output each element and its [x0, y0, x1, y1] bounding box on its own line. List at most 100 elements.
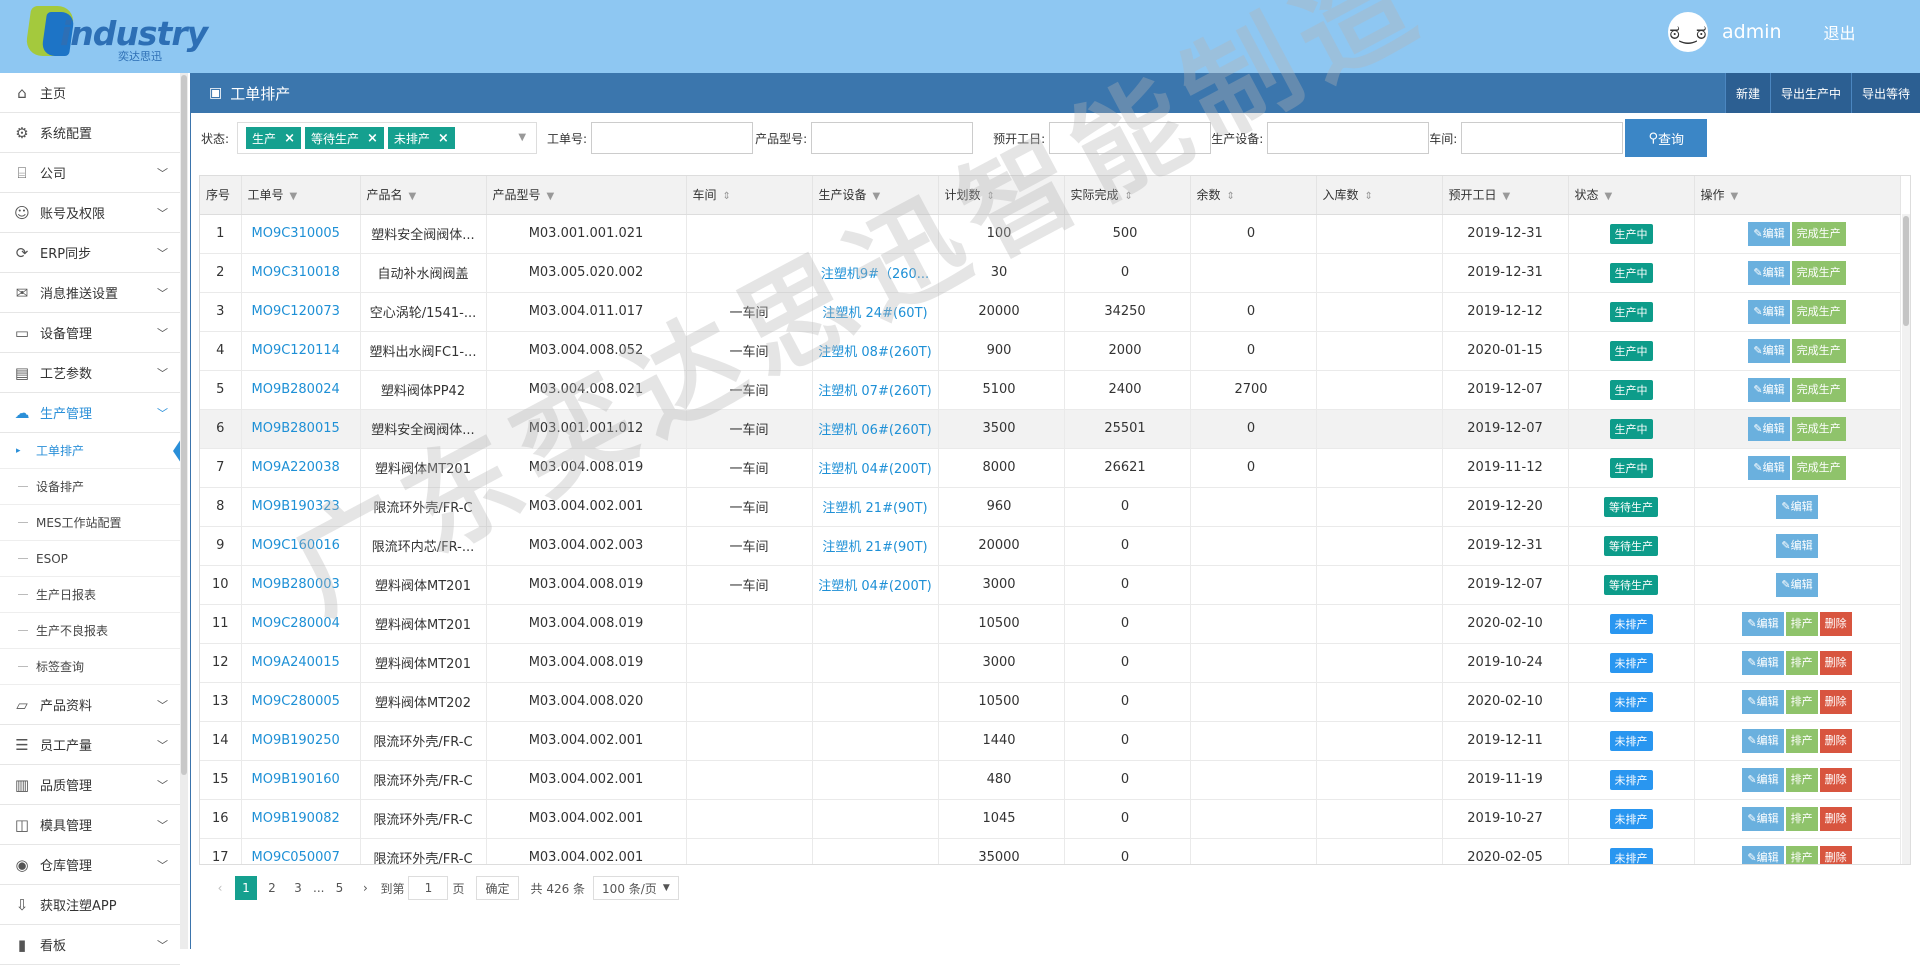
edit-button[interactable]: ✎编辑 [1776, 494, 1818, 519]
prev-page-icon[interactable]: ‹ [209, 876, 231, 900]
device-link[interactable]: 注塑机 04#(200T) [812, 565, 939, 605]
page-number-input[interactable]: 1 [408, 876, 449, 900]
sidebar-item-mold[interactable]: ◫ 模具管理 ﹀ [0, 805, 180, 845]
device-link[interactable] [812, 799, 939, 839]
workshop-input[interactable] [1461, 122, 1624, 154]
edit-button[interactable]: ✎编辑 [1776, 572, 1818, 597]
device-link[interactable] [812, 214, 939, 254]
edit-button[interactable]: ✎编辑 [1748, 338, 1790, 363]
table-row[interactable]: 10 MO9B280003 塑料阀体MT201 M03.004.008.019 一车间注… [200, 565, 1901, 605]
complete-button[interactable]: 完成生产 [1791, 455, 1846, 480]
column-header[interactable]: 状态 ▼ [1568, 176, 1695, 215]
logo[interactable]: industry 奕达思迅 [24, 2, 208, 64]
column-header[interactable]: 工单号 ▼ [241, 176, 361, 215]
filter-icon[interactable]: ▼ [1731, 191, 1739, 202]
device-link[interactable] [812, 604, 939, 644]
complete-button[interactable]: 完成生产 [1791, 221, 1846, 246]
sidebar-item-download[interactable]: ⇩ 获取注塑APP [0, 885, 180, 925]
order-number-link[interactable]: MO9B280003 [241, 565, 361, 605]
export-producing-button[interactable]: 导出生产中 [1769, 73, 1851, 113]
order-number-link[interactable]: MO9C280004 [241, 604, 361, 644]
sidebar-subitem[interactable]: 设备排产 [0, 469, 180, 505]
edit-button[interactable]: ✎编辑 [1748, 455, 1790, 480]
complete-button[interactable]: 完成生产 [1791, 416, 1846, 441]
schedule-button[interactable]: 排产 [1785, 845, 1818, 864]
column-header[interactable]: 车间 ⇕ [686, 176, 813, 215]
device-link[interactable]: 注塑机 24#(60T) [812, 292, 939, 332]
table-row[interactable]: 15 MO9B190160 限流环外壳/FR-C M03.004.002.001 480… [200, 760, 1901, 800]
device-link[interactable]: 注塑机9#（260... [812, 253, 939, 293]
column-header[interactable]: 计划数 ⇕ [938, 176, 1065, 215]
sidebar-item-gear[interactable]: ⚙ 系统配置 [0, 113, 180, 153]
table-row[interactable]: 1 MO9C310005 塑料安全阀阀体... M03.001.001.021 100 5… [200, 214, 1901, 254]
schedule-button[interactable]: 排产 [1785, 650, 1818, 675]
device-link[interactable] [812, 721, 939, 761]
order-number-link[interactable]: MO9B190082 [241, 799, 361, 839]
table-row[interactable]: 5 MO9B280024 塑料阀体PP42 M03.004.008.021 一车间 注塑机… [200, 370, 1901, 410]
device-link[interactable]: 注塑机 06#(260T) [812, 409, 939, 449]
device-link[interactable]: 注塑机 07#(260T) [812, 370, 939, 410]
edit-button[interactable]: ✎编辑 [1742, 767, 1784, 792]
device-link[interactable] [812, 682, 939, 722]
sidebar-item-book[interactable]: ▥ 品质管理 ﹀ [0, 765, 180, 805]
table-row[interactable]: 7 MO9A220038 塑料阀体MT201 M03.004.008.019 一车间 注塑… [200, 448, 1901, 488]
table-row[interactable]: 16 MO9B190082 限流环外壳/FR-C M03.004.002.001 104… [200, 799, 1901, 839]
filter-icon[interactable]: ▼ [1605, 191, 1613, 202]
schedule-button[interactable]: 排产 [1785, 728, 1818, 753]
schedule-button[interactable]: 排产 [1785, 806, 1818, 831]
column-header[interactable]: 操作 ▼ [1694, 176, 1901, 215]
table-row[interactable]: 11 MO9C280004 塑料阀体MT201 M03.004.008.019 1050… [200, 604, 1901, 644]
edit-button[interactable]: ✎编辑 [1742, 689, 1784, 714]
status-select[interactable]: 生产 × 等待生产 × 未排产 × ▼ [237, 122, 538, 154]
logout-link[interactable]: 退出 [1824, 20, 1856, 44]
schedule-button[interactable]: 排产 [1785, 689, 1818, 714]
sidebar-subitem[interactable]: MES工作站配置 [0, 505, 180, 541]
complete-button[interactable]: 完成生产 [1791, 260, 1846, 285]
avatar[interactable]: ಠ‿ಠ [1668, 12, 1708, 52]
order-number-link[interactable]: MO9C280005 [241, 682, 361, 722]
edit-button[interactable]: ✎编辑 [1748, 377, 1790, 402]
sidebar-subitem[interactable]: ▸ 工单排产 [0, 433, 181, 469]
table-row[interactable]: 9 MO9C160016 限流环内芯/FR-... M03.004.002.003 一车… [200, 526, 1901, 566]
order-number-link[interactable]: MO9C120114 [241, 331, 361, 371]
edit-button[interactable]: ✎编辑 [1748, 260, 1790, 285]
sort-icon[interactable]: ⇕ [1365, 191, 1373, 202]
device-link[interactable] [812, 838, 939, 864]
delete-button[interactable]: 删除 [1819, 611, 1852, 636]
edit-button[interactable]: ✎编辑 [1776, 533, 1818, 558]
order-number-link[interactable]: MO9C160016 [241, 526, 361, 566]
sidebar-item-chat[interactable]: ✉ 消息推送设置 ﹀ [0, 273, 180, 313]
table-row[interactable]: 8 MO9B190323 限流环外壳/FR-C M03.004.002.001 一车间注… [200, 487, 1901, 527]
sidebar-item-monitor[interactable]: ▭ 设备管理 ﹀ [0, 313, 180, 353]
order-number-link[interactable]: MO9B190323 [241, 487, 361, 527]
next-page-icon[interactable]: › [354, 876, 376, 900]
column-header[interactable]: 产品名 ▼ [360, 176, 487, 215]
order-number-link[interactable]: MO9A220038 [241, 448, 361, 488]
order-number-link[interactable]: MO9B280024 [241, 370, 361, 410]
delete-button[interactable]: 删除 [1819, 806, 1852, 831]
delete-button[interactable]: 删除 [1819, 767, 1852, 792]
delete-button[interactable]: 删除 [1819, 845, 1852, 864]
sidebar-item-cloud[interactable]: ☁ 生产管理 ﹀ [0, 393, 180, 433]
table-row[interactable]: 13 MO9C280005 塑料阀体MT202 M03.004.008.020 1050… [200, 682, 1901, 722]
product-model-input[interactable] [811, 122, 974, 154]
filter-icon[interactable]: ▼ [1503, 191, 1511, 202]
schedule-button[interactable]: 排产 [1785, 767, 1818, 792]
column-header[interactable]: 产品型号 ▼ [486, 176, 687, 215]
sort-icon[interactable]: ⇕ [1227, 191, 1235, 202]
edit-button[interactable]: ✎编辑 [1742, 806, 1784, 831]
column-header[interactable]: 余数 ⇕ [1190, 176, 1317, 215]
order-number-link[interactable]: MO9B280015 [241, 409, 361, 449]
table-row[interactable]: 2 MO9C310018 自动补水阀阀盖 M03.005.020.002 注塑机9#（2… [200, 253, 1901, 293]
sidebar-item-folder[interactable]: ▱ 产品资料 ﹀ [0, 685, 180, 725]
table-row[interactable]: 14 MO9B190250 限流环外壳/FR-C M03.004.002.001 144… [200, 721, 1901, 761]
delete-button[interactable]: 删除 [1819, 650, 1852, 675]
sidebar-item-bank[interactable]: ⌸ 公司 ﹀ [0, 153, 180, 193]
sidebar-item-user[interactable]: ☺ 账号及权限 ﹀ [0, 193, 180, 233]
sidebar-item-chart[interactable]: ▮ 看板 ﹀ [0, 925, 180, 965]
column-header[interactable]: 序号 [200, 176, 242, 215]
export-waiting-button[interactable]: 导出等待 [1850, 73, 1920, 113]
sort-icon[interactable]: ⇕ [723, 191, 731, 202]
start-date-input[interactable] [1049, 122, 1212, 154]
edit-button[interactable]: ✎编辑 [1748, 416, 1790, 441]
